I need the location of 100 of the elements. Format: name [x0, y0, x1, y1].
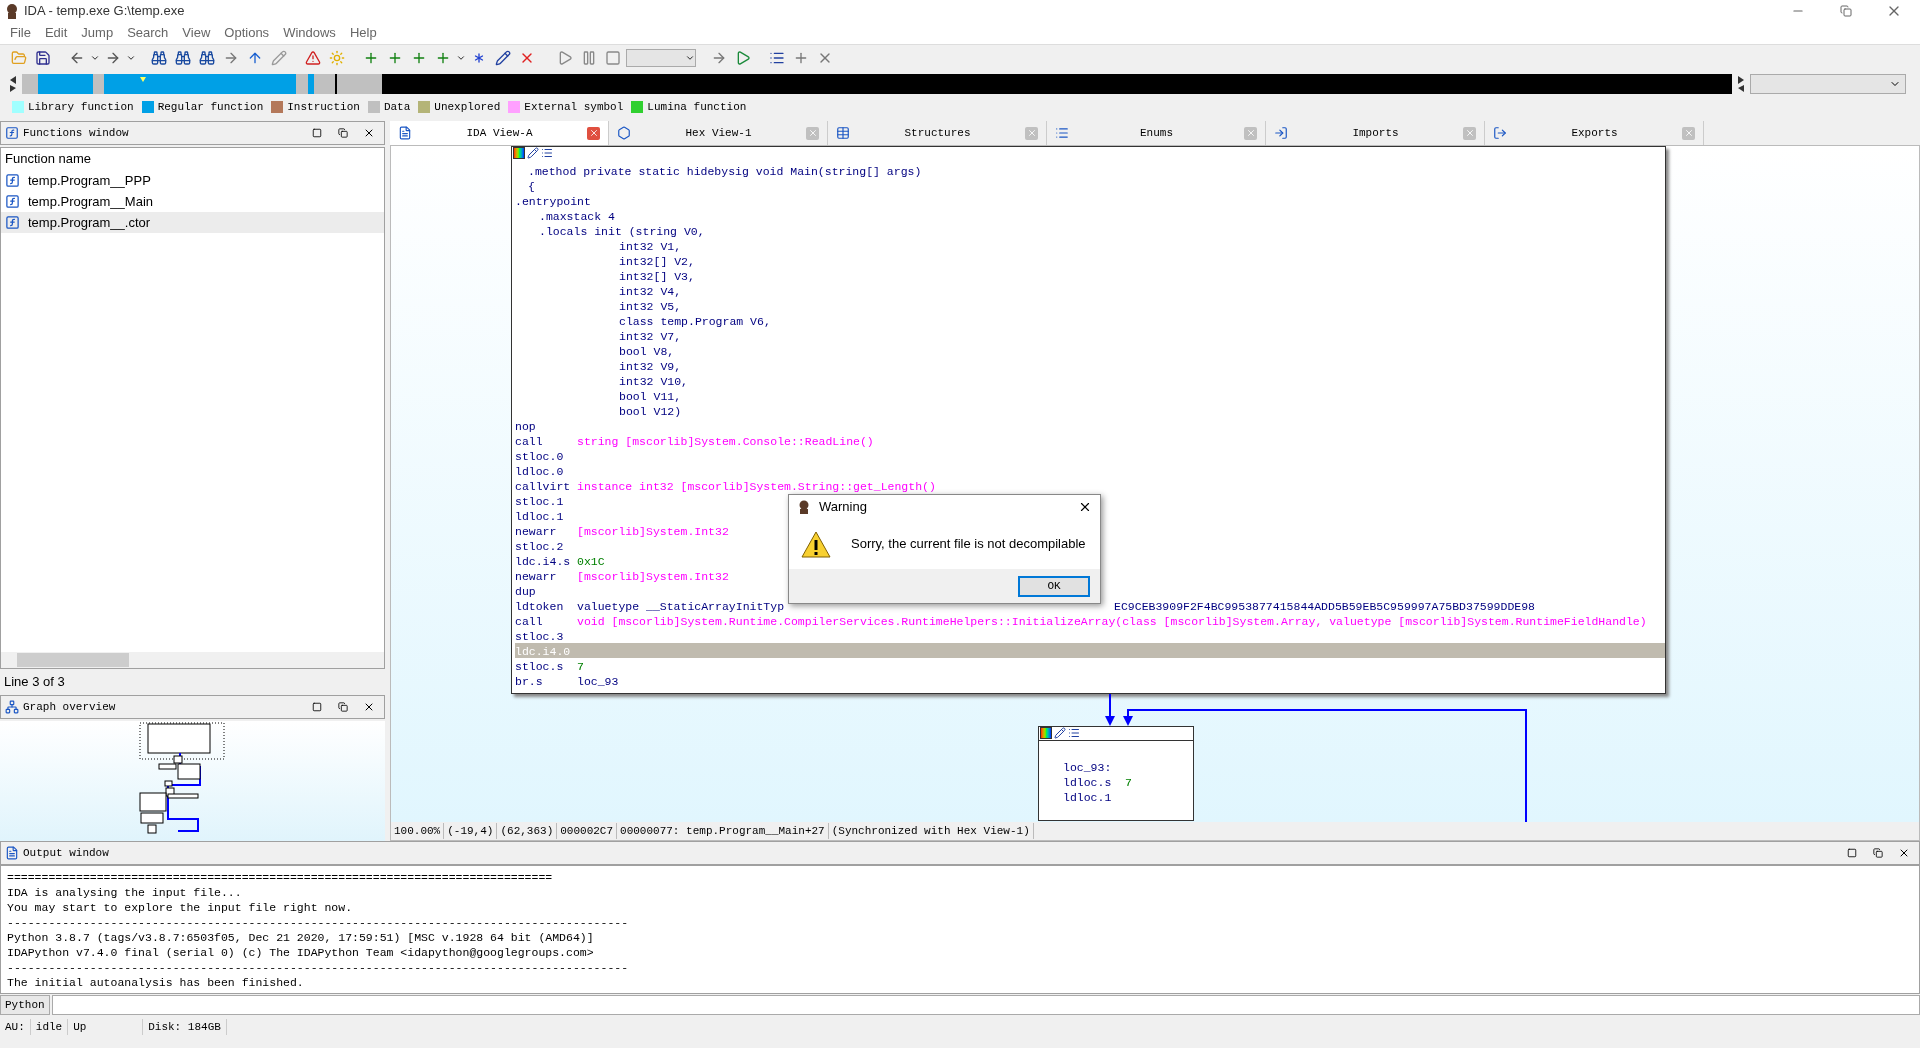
code-line: dup — [515, 584, 536, 598]
horizontal-scrollbar[interactable] — [1, 652, 384, 668]
tab-icon — [1493, 126, 1507, 140]
code-line: bool V11, — [618, 389, 682, 403]
tab[interactable]: IDA View-A — [390, 121, 609, 145]
code-line: .maxstack 4 — [538, 209, 615, 223]
close-icon — [363, 127, 375, 139]
menu-item[interactable]: Options — [218, 23, 276, 43]
menu-item[interactable]: Jump — [75, 23, 120, 43]
view-status-field: (-19,4) — [444, 822, 498, 840]
panel-icon — [5, 700, 19, 714]
code-line: bool V8, — [618, 344, 675, 358]
color-icon — [513, 147, 525, 159]
code-line: int32 V4, — [618, 284, 682, 298]
python-button[interactable]: Python — [0, 995, 50, 1015]
legend-label: Regular function — [157, 99, 264, 115]
code-line: stloc.0 — [515, 449, 564, 463]
tab-close-icon[interactable] — [587, 126, 600, 140]
ok-button[interactable]: OK — [1018, 575, 1090, 597]
tab-label: IDA View-A — [465, 125, 534, 141]
code-line: stloc.2 — [515, 539, 564, 553]
code-line: newarr [mscorlib]System.Int32 — [515, 569, 729, 583]
close-icon — [363, 701, 375, 713]
float-icon — [338, 128, 348, 138]
output-line: ------------------------------------------------------------------------------------------ — [7, 915, 630, 930]
restore-icon — [1840, 5, 1852, 17]
function-icon — [5, 194, 20, 209]
pencil-icon — [527, 147, 539, 159]
code-line: newarr [mscorlib]System.Int32 — [515, 524, 729, 538]
caret-icon — [685, 53, 695, 63]
status-field: Disk: 184GB — [143, 1018, 227, 1036]
function-icon — [5, 173, 20, 188]
warning-icon — [801, 530, 831, 558]
code-line: call string [mscorlib]System.Console::ReadLine() — [515, 434, 874, 448]
output-line: You may start to explore the input file right now. — [7, 900, 354, 915]
caret-icon — [90, 53, 100, 63]
close-button[interactable] — [1078, 500, 1092, 514]
code-line: callvirt instance int32 [mscorlib]System.String::get_Length() — [515, 479, 936, 493]
output-line: IDA is analysing the input file... — [7, 885, 243, 900]
menu-item[interactable]: Windows — [277, 23, 342, 43]
legend-label: Library function — [28, 99, 134, 115]
status-field: AU: — [0, 1018, 31, 1036]
legend-label: Unexplored — [434, 99, 501, 115]
tab-icon — [1055, 126, 1069, 140]
view-status-field: (62,363) — [497, 822, 558, 840]
tab-label: Hex View-1 — [684, 125, 753, 141]
code-line: call void [mscorlib]System.Runtime.CompilerServices.RuntimeHelpers::InitializeArray(class [mscorlib]System.Array, valuetype [mscorlib]System.RuntimeFieldHandle) — [515, 614, 1647, 628]
panel-icon — [5, 126, 19, 140]
code-line: int32 V1, — [618, 239, 682, 253]
panel-title: Functions window — [23, 125, 130, 141]
dialog-title: Warning — [819, 498, 868, 517]
code-line: loc_93: — [1063, 760, 1113, 774]
float-icon — [338, 702, 348, 712]
menu-item[interactable]: View — [176, 23, 217, 43]
code-line: bool V12) — [618, 404, 682, 418]
status-field: idle — [30, 1018, 69, 1036]
menu-item[interactable]: Edit — [38, 23, 74, 43]
maximize-icon — [312, 702, 322, 712]
code-line: nop — [515, 419, 536, 433]
maximize-icon — [312, 128, 322, 138]
graph-node[interactable]: loc_93: ldloc.s 7 ldloc.1 — [1038, 726, 1194, 821]
graph-overview-drawing[interactable] — [137, 721, 228, 836]
flow-arrow — [1105, 694, 1115, 726]
caret-icon — [126, 53, 136, 63]
code-line: int32[] V3, — [618, 269, 695, 283]
panel-title: Output window — [23, 845, 110, 861]
float-icon — [1873, 848, 1883, 858]
navigation-band[interactable] — [22, 74, 1732, 94]
code-line: ldc.i4.s 0x1C — [515, 554, 605, 568]
legend-label: Instruction — [287, 99, 360, 115]
function-row[interactable]: temp.Program__PPP — [1, 170, 384, 191]
output-line: Python 3.8.7 (tags/v3.8.7:6503f05, Dec 21 2020, 17:59:51) [MSC v.1928 64 bit (AMD64)] — [7, 930, 595, 945]
color-icon — [1040, 727, 1052, 739]
pencil-icon — [1054, 727, 1066, 739]
code-line: .method private static hidebysig void Main(string[] args) — [527, 164, 922, 178]
function-row[interactable]: temp.Program__Main — [1, 191, 384, 212]
view-status-field: 00000077: temp.Program__Main+27 — [617, 822, 829, 840]
column-header[interactable]: Function name — [1, 148, 384, 170]
app-icon — [797, 500, 811, 514]
output-line: =============================================================================== — [7, 870, 554, 885]
panel-icon — [5, 846, 19, 860]
menu-item[interactable]: Help — [343, 23, 383, 43]
view-status-field: (Synchronized with Hex View-1) — [828, 822, 1034, 840]
tab-label: Imports — [1351, 125, 1400, 141]
code-line: ldtoken valuetype __StaticArrayInitTyp EC9CEB3909F2F4BC9953877415844ADD5B59EB5C959997A75BD37599DDE98 — [515, 599, 1535, 613]
tab-icon — [617, 126, 631, 140]
function-row[interactable]: temp.Program__.ctor — [1, 212, 384, 233]
maximize-icon — [1847, 848, 1857, 858]
menu-item[interactable]: File — [4, 23, 37, 43]
app-icon — [4, 3, 20, 19]
function-name: temp.Program__Main — [28, 192, 153, 211]
code-line: int32[] V2, — [618, 254, 695, 268]
panel-title: Graph overview — [23, 699, 117, 715]
code-line: ldloc.1 — [1063, 790, 1113, 804]
menu-item[interactable]: Search — [121, 23, 175, 43]
legend-label: Lumina function — [647, 99, 747, 115]
line-status: Line 3 of 3 — [4, 673, 65, 692]
legend-label: Data — [383, 99, 411, 115]
command-input[interactable] — [51, 995, 1920, 1015]
code-line: ldloc.1 — [515, 509, 564, 523]
